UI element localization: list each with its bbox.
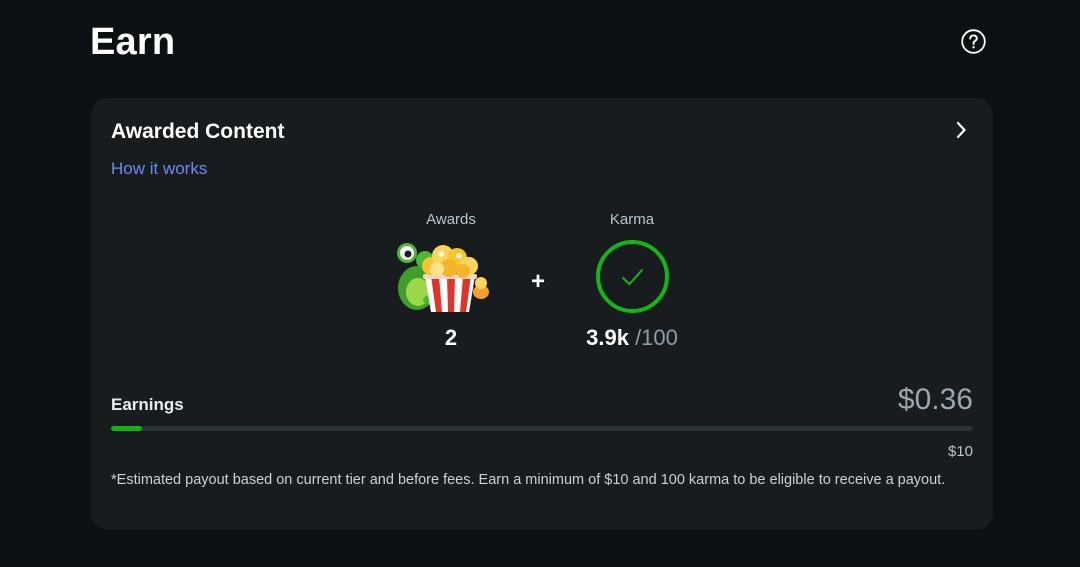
earnings-amount: $0.36 — [897, 383, 973, 416]
frog-popcorn-award-icon — [397, 243, 489, 312]
card-title: Awarded Content — [111, 120, 285, 143]
awarded-content-card[interactable]: Awarded Content How it works Awards 2 + … — [91, 98, 993, 530]
payout-footnote: *Estimated payout based on current tier … — [111, 472, 946, 488]
earnings-label: Earnings — [111, 395, 184, 414]
karma-threshold: /100 — [635, 325, 678, 350]
plus-sign: + — [531, 268, 546, 295]
karma-count: 3.9k — [586, 325, 629, 350]
check-circle-icon — [596, 240, 669, 313]
karma-value: 3.9k /100 — [552, 324, 712, 352]
help-circle-icon[interactable] — [961, 29, 986, 54]
payout-goal: $10 — [947, 443, 973, 460]
chevron-right-icon[interactable] — [953, 120, 969, 140]
awards-label: Awards — [426, 211, 476, 228]
how-it-works-link[interactable]: How it works — [111, 158, 207, 180]
awards-count: 2 — [444, 325, 458, 350]
page-title: Earn — [90, 21, 176, 63]
earn-page: Earn Awarded Content How it works Awards — [0, 0, 1080, 567]
earnings-progress-bar — [111, 426, 973, 431]
karma-label: Karma — [609, 211, 655, 228]
earnings-progress-fill — [111, 426, 143, 431]
